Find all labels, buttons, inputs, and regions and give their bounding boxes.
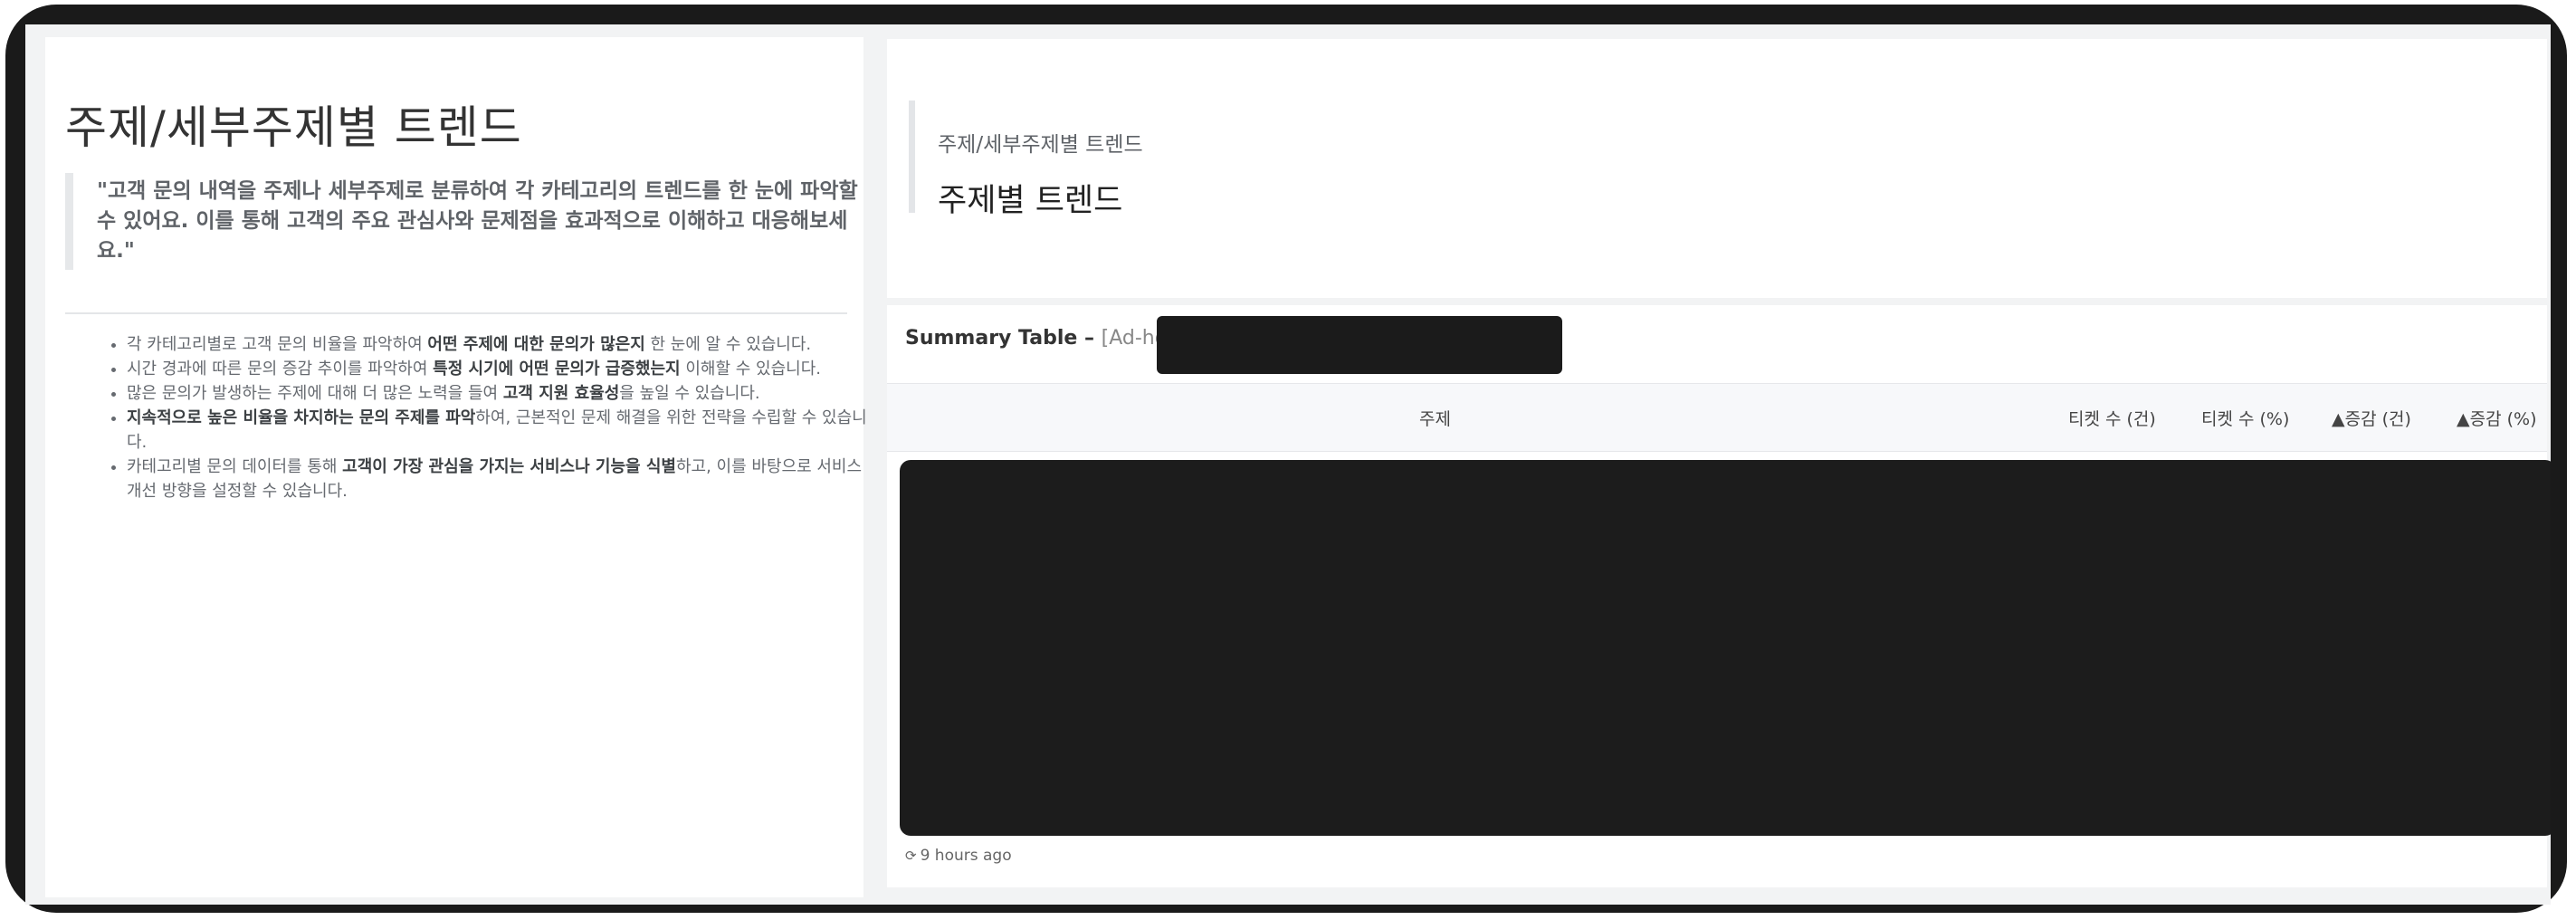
quote-bar bbox=[909, 101, 915, 213]
redacted-table-body bbox=[900, 460, 2551, 836]
summary-table-card: Summary Table – [Ad-hoc] 주제 티켓 수 (건) 티켓 … bbox=[887, 305, 2551, 887]
section-subtitle: 주제/세부주제별 트렌드 bbox=[938, 133, 1143, 157]
list-item: 많은 문의가 발생하는 주제에 대해 더 많은 노력을 들여 고객 지원 효율성… bbox=[127, 381, 880, 406]
list-item-emphasis: 고객이 가장 관심을 가지는 서비스나 기능을 식별 bbox=[342, 457, 676, 476]
window-frame: 주제/세부주제별 트렌드 "고객 문의 내역을 주제나 세부주제로 분류하여 각… bbox=[5, 5, 2567, 913]
table-title-text: Summary Table bbox=[905, 327, 1078, 350]
list-item-text: 을 높일 수 있습니다. bbox=[619, 384, 760, 403]
description-panel: 주제/세부주제별 트렌드 "고객 문의 내역을 주제나 세부주제로 분류하여 각… bbox=[45, 37, 867, 897]
list-item-emphasis: 고객 지원 효율성 bbox=[502, 384, 620, 403]
intro-quote-text: "고객 문의 내역을 주제나 세부주제로 분류하여 각 카테고리의 트렌드를 한… bbox=[97, 179, 858, 263]
table-header: 주제 티켓 수 (건) 티켓 수 (%) ▲증감 (건) ▲증감 (%) bbox=[887, 383, 2547, 452]
list-item-text: 많은 문의가 발생하는 주제에 대해 더 많은 노력을 들여 bbox=[127, 384, 503, 403]
list-item-emphasis: 특정 시기에 어떤 문의가 급증했는지 bbox=[433, 359, 681, 379]
list-item-emphasis: 어떤 주제에 대한 문의가 많은지 bbox=[427, 335, 645, 354]
column-header-ticket-count[interactable]: 티켓 수 (건) bbox=[2068, 406, 2156, 430]
list-item-text: 카테고리별 문의 데이터를 통해 bbox=[127, 457, 343, 476]
list-item: 지속적으로 높은 비율을 차지하는 문의 주제를 파악하여, 근본적인 문제 해… bbox=[127, 406, 880, 455]
list-item-emphasis: 지속적으로 높은 비율을 차지하는 문의 주제를 파악 bbox=[127, 408, 476, 427]
table-title-separator: – bbox=[1083, 327, 1094, 350]
feature-list: 각 카테고리별로 고객 문의 비율을 파악하여 어떤 주제에 대한 문의가 많은… bbox=[100, 332, 880, 503]
column-header-change-pct[interactable]: ▲증감 (%) bbox=[2457, 406, 2537, 430]
list-item: 시간 경과에 따른 문의 증감 추이를 파악하여 특정 시기에 어떤 문의가 급… bbox=[127, 357, 880, 381]
column-header-topic[interactable]: 주제 bbox=[1419, 406, 1451, 430]
list-item-text: 한 눈에 알 수 있습니다. bbox=[644, 335, 812, 354]
divider bbox=[65, 312, 847, 314]
column-header-ticket-pct[interactable]: 티켓 수 (%) bbox=[2201, 406, 2289, 430]
refresh-icon: ⟳ bbox=[905, 848, 917, 864]
redacted-block bbox=[1157, 316, 1562, 374]
column-header-change-count[interactable]: ▲증감 (건) bbox=[2332, 406, 2411, 430]
section-title-card: 주제/세부주제별 트렌드 주제별 트렌드 bbox=[887, 39, 2547, 298]
list-item-text: 각 카테고리별로 고객 문의 비율을 파악하여 bbox=[127, 335, 428, 354]
list-item: 카테고리별 문의 데이터를 통해 고객이 가장 관심을 가지는 서비스나 기능을… bbox=[127, 455, 880, 503]
list-item: 각 카테고리별로 고객 문의 비율을 파악하여 어떤 주제에 대한 문의가 많은… bbox=[127, 332, 880, 357]
section-title: 주제별 트렌드 bbox=[938, 183, 1123, 219]
last-updated: ⟳ 9 hours ago bbox=[905, 847, 1012, 865]
table-title[interactable]: Summary Table – [Ad-hoc] bbox=[905, 327, 1186, 350]
list-item-text: 이해할 수 있습니다. bbox=[680, 359, 821, 379]
last-updated-text: 9 hours ago bbox=[920, 847, 1012, 865]
page-title: 주제/세부주제별 트렌드 bbox=[65, 101, 522, 154]
list-item-text: 시간 경과에 따른 문의 증감 추이를 파악하여 bbox=[127, 359, 434, 379]
dashboard: 주제/세부주제별 트렌드 "고객 문의 내역을 주제나 세부주제로 분류하여 각… bbox=[25, 24, 2551, 905]
intro-quote: "고객 문의 내역을 주제나 세부주제로 분류하여 각 카테고리의 트렌드를 한… bbox=[65, 173, 859, 270]
